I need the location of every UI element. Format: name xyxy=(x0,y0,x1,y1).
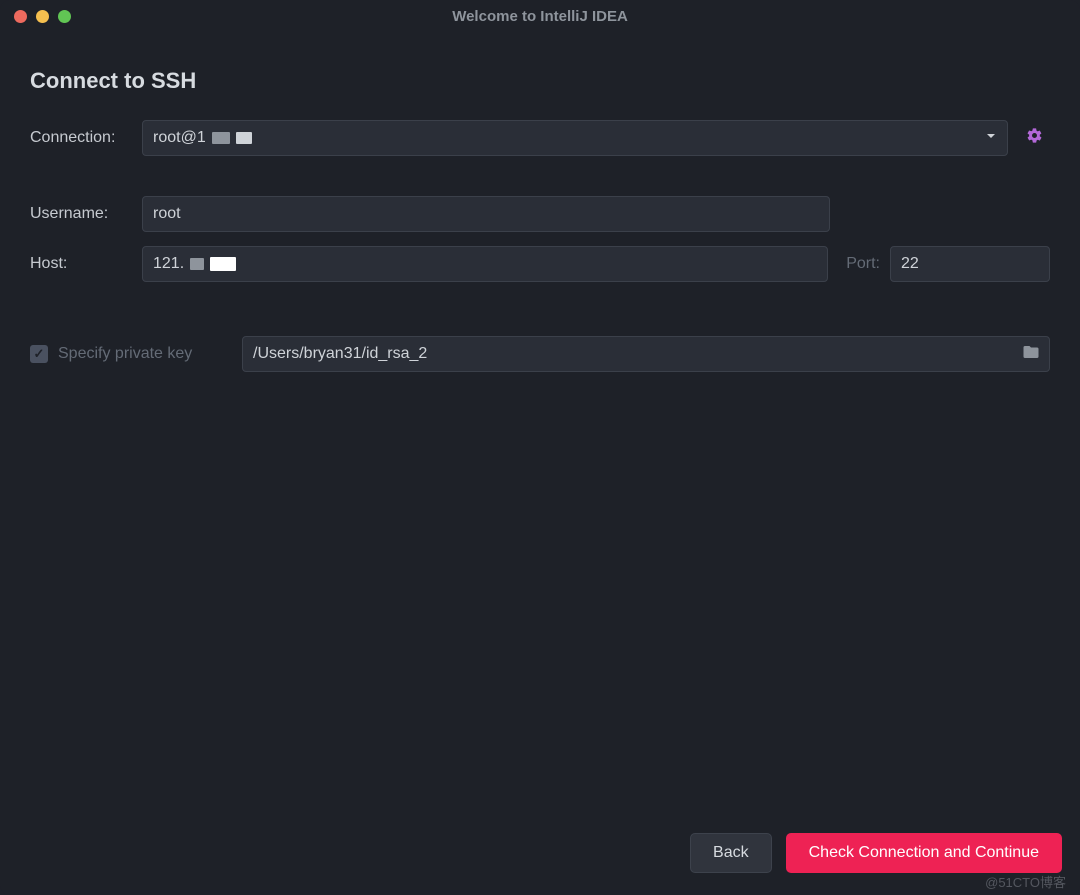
window-title: Welcome to IntelliJ IDEA xyxy=(0,8,1080,25)
host-label: Host: xyxy=(30,255,142,273)
check-connection-button-label: Check Connection and Continue xyxy=(809,844,1039,862)
page-title: Connect to SSH xyxy=(30,68,1050,94)
private-key-checkbox[interactable]: ✓ xyxy=(30,345,48,363)
private-key-checkbox-wrap[interactable]: ✓ Specify private key xyxy=(30,345,242,363)
host-input-wrap: 121. xyxy=(142,246,828,282)
folder-icon xyxy=(1022,343,1040,366)
port-input[interactable] xyxy=(901,255,1039,273)
port-input-wrap xyxy=(890,246,1050,282)
back-button-label: Back xyxy=(713,844,749,862)
username-row: Username: xyxy=(30,196,1050,232)
watermark: @51CTO博客 xyxy=(985,872,1066,891)
redacted-segment xyxy=(210,257,236,271)
connection-value-text: root@1 xyxy=(153,129,206,147)
username-input-wrap xyxy=(142,196,830,232)
private-key-row: ✓ Specify private key xyxy=(30,336,1050,372)
private-key-path-wrap xyxy=(242,336,1050,372)
content-spacer xyxy=(30,392,1050,833)
username-input[interactable] xyxy=(153,205,819,223)
host-port-row: Host: 121. Port: xyxy=(30,246,1050,282)
connection-settings-button[interactable] xyxy=(1018,122,1050,154)
username-label: Username: xyxy=(30,205,142,223)
connection-dropdown[interactable]: root@1 xyxy=(142,120,1008,156)
private-key-path-input[interactable] xyxy=(253,345,1039,363)
host-value-text: 121. xyxy=(153,255,184,273)
connection-row: Connection: root@1 xyxy=(30,120,1050,156)
browse-key-button[interactable] xyxy=(1019,342,1043,366)
footer: Back Check Connection and Continue xyxy=(0,833,1080,895)
host-port-wrap: 121. Port: xyxy=(142,246,1050,282)
redacted-segment xyxy=(212,132,230,144)
redacted-segment xyxy=(236,132,252,144)
chevron-down-icon xyxy=(985,129,997,147)
content-area: Connect to SSH Connection: root@1 xyxy=(0,32,1080,833)
minimize-window-button[interactable] xyxy=(36,10,49,23)
connection-label: Connection: xyxy=(30,129,142,147)
redacted-segment xyxy=(190,258,204,270)
close-window-button[interactable] xyxy=(14,10,27,23)
private-key-label: Specify private key xyxy=(58,345,192,363)
window-root: Welcome to IntelliJ IDEA Connect to SSH … xyxy=(0,0,1080,895)
check-connection-button[interactable]: Check Connection and Continue xyxy=(786,833,1062,873)
maximize-window-button[interactable] xyxy=(58,10,71,23)
titlebar: Welcome to IntelliJ IDEA xyxy=(0,0,1080,32)
connection-value: root@1 xyxy=(153,129,252,147)
checkmark-icon: ✓ xyxy=(34,346,45,362)
back-button[interactable]: Back xyxy=(690,833,772,873)
gear-icon xyxy=(1026,127,1043,149)
host-input[interactable] xyxy=(242,255,817,273)
port-label: Port: xyxy=(846,255,880,273)
traffic-lights xyxy=(14,10,71,23)
